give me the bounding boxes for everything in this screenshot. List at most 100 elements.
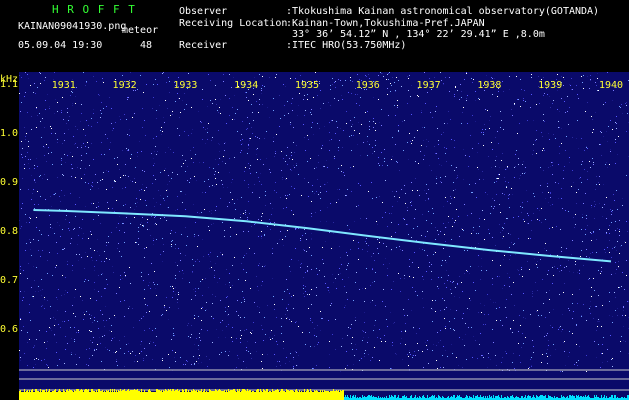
- noise-speck: [530, 107, 531, 108]
- meter-bar: [125, 391, 126, 400]
- noise-speck: [113, 128, 114, 129]
- noise-speck: [317, 325, 318, 326]
- noise-speck: [612, 129, 613, 130]
- noise-speck: [261, 93, 262, 94]
- noise-speck: [246, 97, 247, 98]
- noise-speck: [111, 108, 112, 109]
- noise-speck: [177, 128, 178, 129]
- meter-bar: [373, 396, 374, 400]
- noise-speck: [440, 367, 441, 368]
- noise-speck: [370, 360, 371, 361]
- noise-speck: [548, 192, 549, 193]
- meter-bar: [224, 390, 225, 400]
- noise-speck: [35, 291, 36, 292]
- noise-speck: [198, 363, 199, 364]
- noise-speck: [347, 225, 348, 226]
- meter-bar: [571, 396, 572, 400]
- noise-speck: [483, 132, 484, 133]
- meter-bar: [151, 392, 152, 400]
- noise-speck: [286, 357, 287, 358]
- meter-bar: [431, 396, 432, 400]
- noise-speck: [199, 213, 200, 214]
- noise-speck: [165, 100, 166, 101]
- noise-speck: [500, 265, 501, 266]
- noise-speck: [471, 78, 472, 79]
- meter-bar: [433, 396, 434, 400]
- noise-speck: [522, 276, 523, 277]
- meter-bar: [342, 390, 343, 400]
- noise-speck: [501, 160, 502, 161]
- noise-speck: [477, 358, 478, 359]
- noise-speck: [580, 256, 581, 257]
- noise-speck: [375, 123, 376, 124]
- noise-speck: [281, 170, 282, 171]
- noise-speck: [547, 356, 548, 357]
- noise-speck: [243, 269, 244, 270]
- noise-speck: [432, 309, 433, 310]
- noise-speck: [135, 167, 136, 168]
- noise-speck: [63, 119, 64, 120]
- noise-speck: [395, 232, 396, 233]
- noise-speck: [571, 254, 572, 255]
- noise-speck: [303, 99, 304, 100]
- meter-bar: [235, 391, 236, 400]
- noise-speck: [481, 312, 482, 313]
- meter-bar: [491, 396, 492, 400]
- noise-speck: [423, 367, 424, 368]
- noise-speck: [24, 291, 25, 292]
- noise-speck: [519, 355, 520, 356]
- noise-speck: [141, 189, 142, 190]
- meter-bar: [175, 390, 176, 400]
- noise-speck: [418, 96, 419, 97]
- noise-speck: [330, 89, 331, 90]
- noise-speck: [307, 294, 308, 295]
- noise-speck: [258, 112, 259, 113]
- meter-bar: [211, 391, 212, 400]
- noise-speck: [550, 166, 551, 167]
- noise-speck: [525, 172, 526, 173]
- noise-speck: [372, 147, 373, 148]
- noise-speck: [143, 358, 144, 359]
- noise-speck: [532, 296, 533, 297]
- noise-speck: [124, 353, 125, 354]
- noise-speck: [531, 220, 532, 221]
- noise-speck: [48, 235, 49, 236]
- noise-speck: [594, 201, 595, 202]
- noise-speck: [291, 152, 292, 153]
- noise-speck: [320, 221, 321, 222]
- noise-speck: [612, 322, 613, 323]
- noise-speck: [173, 291, 174, 292]
- noise-speck: [428, 198, 429, 199]
- noise-speck: [64, 294, 65, 295]
- noise-speck: [450, 119, 451, 120]
- noise-speck: [280, 231, 281, 232]
- noise-speck: [410, 141, 411, 142]
- meter-bar: [578, 395, 579, 400]
- noise-speck: [267, 107, 268, 108]
- noise-speck: [72, 168, 73, 169]
- meter-bar: [169, 390, 170, 400]
- noise-speck: [623, 340, 624, 341]
- noise-speck: [514, 368, 515, 369]
- noise-speck: [400, 291, 401, 292]
- noise-speck: [34, 204, 35, 205]
- noise-speck: [100, 117, 101, 118]
- noise-speck: [34, 345, 35, 346]
- noise-speck: [254, 253, 255, 254]
- noise-speck: [173, 333, 174, 334]
- noise-speck: [40, 121, 41, 122]
- noise-speck: [353, 135, 354, 136]
- noise-speck: [304, 115, 305, 116]
- noise-speck: [275, 151, 276, 152]
- meteor-count: 48: [140, 40, 153, 51]
- noise-speck: [622, 113, 623, 114]
- noise-speck: [487, 367, 488, 368]
- noise-speck: [565, 112, 566, 113]
- noise-speck: [599, 203, 600, 204]
- meter-bar: [448, 396, 449, 400]
- noise-speck: [228, 324, 229, 325]
- noise-speck: [518, 238, 519, 239]
- noise-speck: [426, 146, 427, 147]
- noise-speck: [344, 286, 345, 287]
- meter-bar: [495, 396, 496, 400]
